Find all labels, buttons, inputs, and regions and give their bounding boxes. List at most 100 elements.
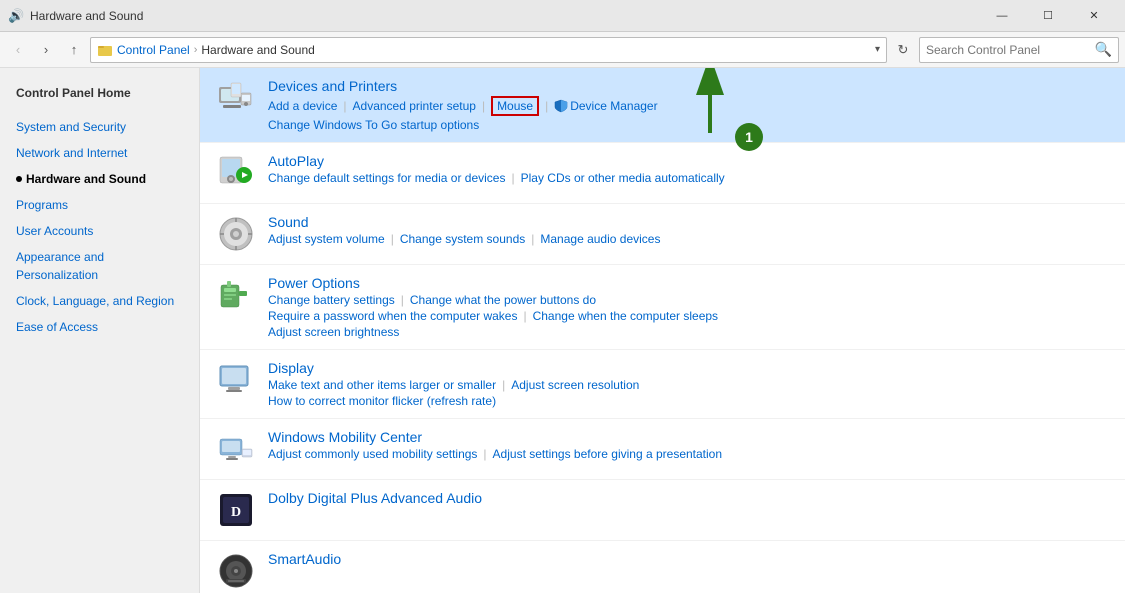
navbar: ‹ › ↑ Control Panel › Hardware and Sound…: [0, 32, 1125, 68]
power-body: Power Options Change battery settings | …: [268, 275, 1109, 339]
mobility-icon-svg: [218, 431, 254, 467]
address-bar[interactable]: Control Panel › Hardware and Sound ▾: [90, 37, 887, 63]
sidebar-item-user-accounts[interactable]: User Accounts: [0, 218, 199, 244]
shield-icon: [554, 99, 568, 113]
smart-audio-icon: [216, 551, 256, 591]
mobility-settings-link[interactable]: Adjust commonly used mobility settings: [268, 447, 477, 461]
autoplay-body: AutoPlay Change default settings for med…: [268, 153, 1109, 185]
address-part-2: Hardware and Sound: [201, 43, 314, 57]
sidebar: Control Panel Home System and Security N…: [0, 68, 200, 593]
power-links-row2: Require a password when the computer wak…: [268, 309, 1109, 323]
display-body: Display Make text and other items larger…: [268, 360, 1109, 408]
sidebar-item-network-internet[interactable]: Network and Internet: [0, 140, 199, 166]
dolby-icon: D: [216, 490, 256, 530]
section-devices-printers: Devices and Printers Add a device | Adva…: [200, 68, 1125, 143]
close-button[interactable]: ✕: [1071, 0, 1117, 32]
forward-button[interactable]: ›: [34, 38, 58, 62]
sidebar-item-hardware-sound: Hardware and Sound: [0, 166, 199, 192]
refresh-button[interactable]: ↻: [891, 38, 915, 62]
dolby-title[interactable]: Dolby Digital Plus Advanced Audio: [268, 490, 1109, 506]
dolby-body: Dolby Digital Plus Advanced Audio: [268, 490, 1109, 508]
sidebar-item-programs[interactable]: Programs: [0, 192, 199, 218]
change-sounds-link[interactable]: Change system sounds: [400, 232, 525, 246]
titlebar: 🔊 Hardware and Sound — ☐ ✕: [0, 0, 1125, 32]
search-icon[interactable]: 🔍: [1095, 41, 1112, 58]
display-icon: [216, 360, 256, 400]
autoplay-icon-svg: [218, 155, 254, 191]
display-icon-svg: [218, 362, 254, 398]
sound-title[interactable]: Sound: [268, 214, 1109, 230]
window-title: Hardware and Sound: [30, 9, 979, 23]
window-controls: — ☐ ✕: [979, 0, 1117, 32]
sidebar-item-control-panel-home[interactable]: Control Panel Home: [0, 80, 199, 106]
folder-icon: [97, 42, 113, 58]
dolby-icon-svg: D: [218, 492, 254, 528]
back-button[interactable]: ‹: [6, 38, 30, 62]
section-dolby: D Dolby Digital Plus Advanced Audio: [200, 480, 1125, 541]
mobility-icon: [216, 429, 256, 469]
autoplay-cds-link[interactable]: Play CDs or other media automatically: [521, 171, 725, 185]
display-links-row1: Make text and other items larger or smal…: [268, 378, 1109, 392]
sidebar-item-ease[interactable]: Ease of Access: [0, 314, 199, 340]
smart-audio-body: SmartAudio: [268, 551, 1109, 569]
address-dropdown[interactable]: ▾: [875, 44, 880, 55]
add-device-link[interactable]: Add a device: [268, 99, 337, 113]
search-box[interactable]: 🔍: [919, 37, 1119, 63]
sidebar-item-appearance[interactable]: Appearance and Personalization: [0, 244, 199, 288]
maximize-button[interactable]: ☐: [1025, 0, 1071, 32]
presentation-link[interactable]: Adjust settings before giving a presenta…: [493, 447, 722, 461]
section-autoplay: AutoPlay Change default settings for med…: [200, 143, 1125, 204]
devices-icon-svg: [217, 79, 255, 117]
power-links-row3: Adjust screen brightness: [268, 325, 1109, 339]
section-power-options: Power Options Change battery settings | …: [200, 265, 1125, 350]
mobility-body: Windows Mobility Center Adjust commonly …: [268, 429, 1109, 461]
section-sound: Sound Adjust system volume | Change syst…: [200, 204, 1125, 265]
autoplay-links: Change default settings for media or dev…: [268, 171, 1109, 185]
mouse-link[interactable]: Mouse: [491, 96, 539, 116]
search-input[interactable]: [926, 43, 1095, 57]
section-mobility: Windows Mobility Center Adjust commonly …: [200, 419, 1125, 480]
monitor-flicker-link[interactable]: How to correct monitor flicker (refresh …: [268, 394, 496, 408]
battery-settings-link[interactable]: Change battery settings: [268, 293, 395, 307]
text-size-link[interactable]: Make text and other items larger or smal…: [268, 378, 496, 392]
adjust-volume-link[interactable]: Adjust system volume: [268, 232, 385, 246]
autoplay-icon: [216, 153, 256, 193]
sidebar-item-system-security[interactable]: System and Security: [0, 114, 199, 140]
address-sep-1: ›: [194, 44, 198, 56]
advanced-printer-link[interactable]: Advanced printer setup: [353, 99, 476, 113]
devices-printers-title[interactable]: Devices and Printers: [268, 78, 1109, 94]
section-smart-audio: SmartAudio: [200, 541, 1125, 593]
display-links-row2: How to correct monitor flicker (refresh …: [268, 394, 1109, 408]
mobility-title[interactable]: Windows Mobility Center: [268, 429, 1109, 445]
device-manager-link[interactable]: Device Manager: [570, 99, 657, 113]
power-icon: [216, 275, 256, 315]
manage-audio-link[interactable]: Manage audio devices: [540, 232, 660, 246]
devices-printers-links: Add a device | Advanced printer setup | …: [268, 96, 1109, 116]
sidebar-item-clock[interactable]: Clock, Language, and Region: [0, 288, 199, 314]
sound-links: Adjust system volume | Change system sou…: [268, 232, 1109, 246]
autoplay-title[interactable]: AutoPlay: [268, 153, 1109, 169]
address-part-1[interactable]: Control Panel: [117, 43, 190, 57]
devices-printers-icon: [216, 78, 256, 118]
content-area: Devices and Printers Add a device | Adva…: [200, 68, 1125, 593]
windows-to-go-link[interactable]: Change Windows To Go startup options: [268, 118, 479, 132]
smart-audio-icon-svg: [218, 553, 254, 589]
main-layout: Control Panel Home System and Security N…: [0, 68, 1125, 593]
screen-resolution-link[interactable]: Adjust screen resolution: [511, 378, 639, 392]
power-title[interactable]: Power Options: [268, 275, 1109, 291]
require-password-link[interactable]: Require a password when the computer wak…: [268, 309, 517, 323]
sound-icon-svg: [218, 216, 254, 252]
power-buttons-link[interactable]: Change what the power buttons do: [410, 293, 596, 307]
minimize-button[interactable]: —: [979, 0, 1025, 32]
when-sleeps-link[interactable]: Change when the computer sleeps: [533, 309, 718, 323]
devices-printers-links-row2: Change Windows To Go startup options: [268, 118, 1109, 132]
autoplay-defaults-link[interactable]: Change default settings for media or dev…: [268, 171, 505, 185]
svg-text:D: D: [231, 505, 241, 520]
display-title[interactable]: Display: [268, 360, 1109, 376]
up-button[interactable]: ↑: [62, 38, 86, 62]
devices-printers-body: Devices and Printers Add a device | Adva…: [268, 78, 1109, 132]
sound-body: Sound Adjust system volume | Change syst…: [268, 214, 1109, 246]
smart-audio-title[interactable]: SmartAudio: [268, 551, 1109, 567]
mobility-links: Adjust commonly used mobility settings |…: [268, 447, 1109, 461]
brightness-link[interactable]: Adjust screen brightness: [268, 325, 399, 339]
